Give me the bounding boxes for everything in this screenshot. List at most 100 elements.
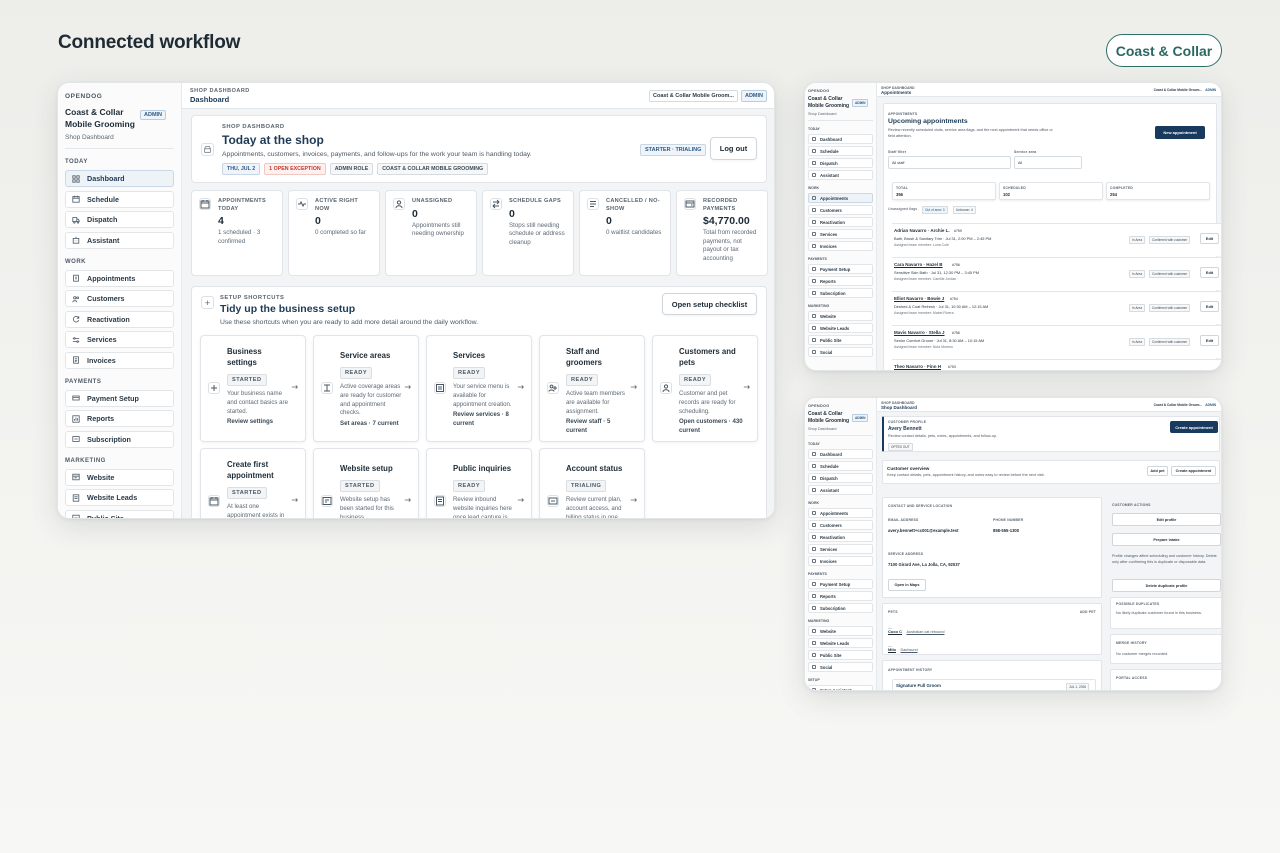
sidebar-item-reactivation[interactable]: Reactivation <box>808 532 873 542</box>
new-appointment-button[interactable]: New appointment <box>1155 126 1205 139</box>
edit-appointment-button[interactable]: Edit <box>1200 301 1219 312</box>
shortcut-link[interactable]: Set areas · 7 current <box>340 420 405 429</box>
history-item[interactable]: Signature Full Groom <box>896 683 941 688</box>
appointment-row[interactable]: Adrian Navarro · Archie L. #759 Bath, Bru… <box>892 223 1221 256</box>
sidebar-item-website-leads[interactable]: Website Leads <box>808 323 873 333</box>
sidebar-item-services[interactable]: Services <box>808 229 873 239</box>
add-pet-button[interactable]: Add pet <box>1147 466 1168 476</box>
sidebar-item-website-leads[interactable]: Website Leads <box>65 489 174 506</box>
appointment-name[interactable]: Cara Navarro · Hazel B <box>894 262 943 267</box>
appointment-row[interactable]: Cara Navarro · Hazel B #756 Sensitive Ski… <box>892 257 1221 290</box>
logout-button[interactable]: Log out <box>710 137 757 160</box>
sidebar-item-invoices[interactable]: Invoices <box>808 241 873 251</box>
business-switcher[interactable]: Coast & Collar Mobile Groom... <box>1154 403 1203 407</box>
sidebar-item-invoices[interactable]: Invoices <box>808 556 873 566</box>
sidebar-item-payment-setup[interactable]: Payment Setup <box>808 264 873 274</box>
sidebar-item-schedule[interactable]: Schedule <box>808 146 873 156</box>
sidebar-item-customers[interactable]: Customers <box>65 290 174 307</box>
setup-shortcut-card[interactable]: Service areas READY Active coverage area… <box>313 335 419 442</box>
setup-checklist-button[interactable]: Open setup checklist <box>662 293 757 315</box>
brand-pill[interactable]: Coast & Collar <box>1106 34 1222 67</box>
sidebar-item-dashboard[interactable]: Dashboard <box>808 449 873 459</box>
sidebar-item-website[interactable]: Website <box>808 626 873 636</box>
edit-appointment-button[interactable]: Edit <box>1200 267 1219 278</box>
sidebar-item-reports[interactable]: Reports <box>808 591 873 601</box>
setup-shortcut-card[interactable]: Services READY Your service menu is avai… <box>426 335 532 442</box>
sidebar-item-dashboard[interactable]: Dashboard <box>65 170 174 187</box>
stat-card[interactable]: APPOINTMENTS TODAY 4 1 scheduled · 3 con… <box>191 190 283 276</box>
sidebar-item-dispatch[interactable]: Dispatch <box>808 473 873 483</box>
flag-unknown[interactable]: Unknown: 4 <box>953 206 976 214</box>
setup-shortcut-card[interactable]: Create first appointment STARTED At leas… <box>200 448 306 518</box>
create-appointment-secondary-button[interactable]: Create appointment <box>1171 466 1216 476</box>
sidebar-item-assistant[interactable]: Assistant <box>808 170 873 180</box>
appointment-row[interactable]: Mavis Navarro · Stella J #756 Senior Comf… <box>892 325 1221 358</box>
sidebar-item-services[interactable]: Services <box>65 331 174 348</box>
appointment-row[interactable]: Theo Navarro · Finn H #753 <box>892 359 1221 370</box>
appointment-name[interactable]: Adrian Navarro · Archie L. <box>894 228 950 233</box>
sidebar-item-services[interactable]: Services <box>808 544 873 554</box>
open-maps-button[interactable]: Open in Maps <box>888 579 926 591</box>
shortcut-link[interactable]: Open customers · 430 current <box>679 418 744 436</box>
sidebar-item-appointments[interactable]: Appointments <box>808 193 873 203</box>
sidebar-item-public-site[interactable]: Public Site <box>808 650 873 660</box>
service-area-select[interactable]: All <box>1014 156 1082 169</box>
sidebar-item-reports[interactable]: Reports <box>808 276 873 286</box>
flag-out-of-area[interactable]: Out of area: 3 <box>922 206 948 214</box>
sidebar-item-appointments[interactable]: Appointments <box>65 269 174 287</box>
stat-card[interactable]: CANCELLED / NO-SHOW 0 0 waitlist candida… <box>579 190 671 276</box>
sidebar-item-payment-setup[interactable]: Payment Setup <box>65 389 174 407</box>
sidebar-item-schedule[interactable]: Schedule <box>65 190 174 208</box>
sidebar-item-subscription[interactable]: Subscription <box>808 603 873 613</box>
sidebar-item-customers[interactable]: Customers <box>808 520 873 530</box>
sidebar-item-reactivation[interactable]: Reactivation <box>808 217 873 227</box>
stat-card[interactable]: ACTIVE RIGHT NOW 0 0 completed so far <box>288 190 380 276</box>
exception-chip[interactable]: 1 OPEN EXCEPTION <box>264 163 326 175</box>
appointment-row[interactable]: Elliot Navarro · Bowie J #754 Deshed & Co… <box>892 291 1221 324</box>
setup-shortcut-card[interactable]: Business settings STARTED Your business … <box>200 335 306 442</box>
sidebar-item-dashboard[interactable]: Dashboard <box>808 134 873 144</box>
sidebar-item-website[interactable]: Website <box>808 311 873 321</box>
setup-shortcut-card[interactable]: Staff and groomers READY Active team mem… <box>539 335 645 442</box>
shortcut-link[interactable]: Review settings <box>227 418 292 427</box>
appointment-name[interactable]: Theo Navarro · Finn H <box>894 364 941 369</box>
sidebar-item-social[interactable]: Social <box>808 347 873 357</box>
email-value[interactable]: avery.bennett+cc001@example.test <box>888 528 958 533</box>
appointment-name[interactable]: Mavis Navarro · Stella J <box>894 330 945 335</box>
sidebar-item-schedule[interactable]: Schedule <box>808 461 873 471</box>
sidebar-item-dispatch[interactable]: Dispatch <box>65 211 174 228</box>
setup-shortcut-card[interactable]: Account status TRIALING Review current p… <box>539 448 645 518</box>
sidebar-item-assistant[interactable]: Assistant <box>65 231 174 249</box>
prepare-intake-button[interactable]: Prepare intake <box>1112 533 1221 546</box>
setup-shortcut-card[interactable]: Public inquiries READY Review inbound we… <box>426 448 532 518</box>
sidebar-item-reports[interactable]: Reports <box>65 410 174 427</box>
edit-appointment-button[interactable]: Edit <box>1200 233 1219 244</box>
sidebar-item-invoices[interactable]: Invoices <box>65 351 174 369</box>
add-pet-link[interactable]: ADD PET <box>1080 610 1096 614</box>
create-appointment-button[interactable]: Create appointment <box>1170 421 1218 433</box>
setup-shortcut-card[interactable]: Customers and pets READY Customer and pe… <box>652 335 758 442</box>
staff-filter-select[interactable]: All staff <box>888 156 1011 169</box>
sidebar-item-subscription[interactable]: Subscription <box>65 430 174 448</box>
stat-card[interactable]: RECORDED PAYMENTS $4,770.00 Total from r… <box>676 190 768 276</box>
sidebar-item-website[interactable]: Website <box>65 468 174 486</box>
delete-duplicate-button[interactable]: Delete duplicate profile <box>1112 579 1221 592</box>
stat-card[interactable]: SCHEDULE GAPS 0 Stops still needing sche… <box>482 190 574 276</box>
edit-appointment-button[interactable]: Edit <box>1200 335 1219 346</box>
sidebar-item-customers[interactable]: Customers <box>808 205 873 215</box>
sidebar-item-assistant[interactable]: Assistant <box>808 485 873 495</box>
business-switcher[interactable]: Coast & Collar Mobile Groom... <box>1154 88 1203 92</box>
phone-value[interactable]: 858-555-1300 <box>993 528 1019 533</box>
shortcut-link[interactable]: Review services · 8 current <box>453 411 518 429</box>
sidebar-item-dispatch[interactable]: Dispatch <box>808 158 873 168</box>
setup-shortcut-card[interactable]: Website setup STARTED Website setup has … <box>313 448 419 518</box>
sidebar-item-social[interactable]: Social <box>808 662 873 672</box>
sidebar-item-reactivation[interactable]: Reactivation <box>65 310 174 328</box>
edit-profile-button[interactable]: Edit profile <box>1112 513 1221 526</box>
sidebar-item-subscription[interactable]: Subscription <box>808 288 873 298</box>
shortcut-link[interactable]: Review staff · 5 current <box>566 418 631 436</box>
sidebar-item-setup-assistant[interactable]: Setup Assistant <box>808 685 873 690</box>
business-switcher[interactable]: Coast & Collar Mobile Groom... <box>648 90 738 102</box>
appointment-name[interactable]: Elliot Navarro · Bowie J <box>894 296 944 301</box>
sidebar-item-payment-setup[interactable]: Payment Setup <box>808 579 873 589</box>
